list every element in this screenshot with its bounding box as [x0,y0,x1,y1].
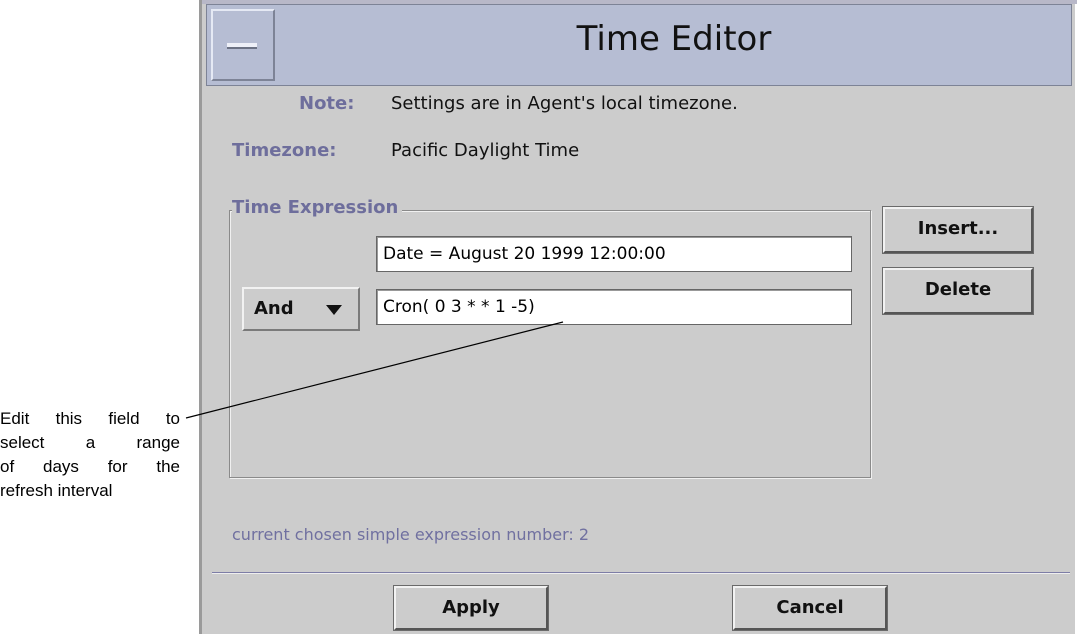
callout-line [185,321,564,419]
figure: Edit this field to select a range of day… [0,0,1077,634]
